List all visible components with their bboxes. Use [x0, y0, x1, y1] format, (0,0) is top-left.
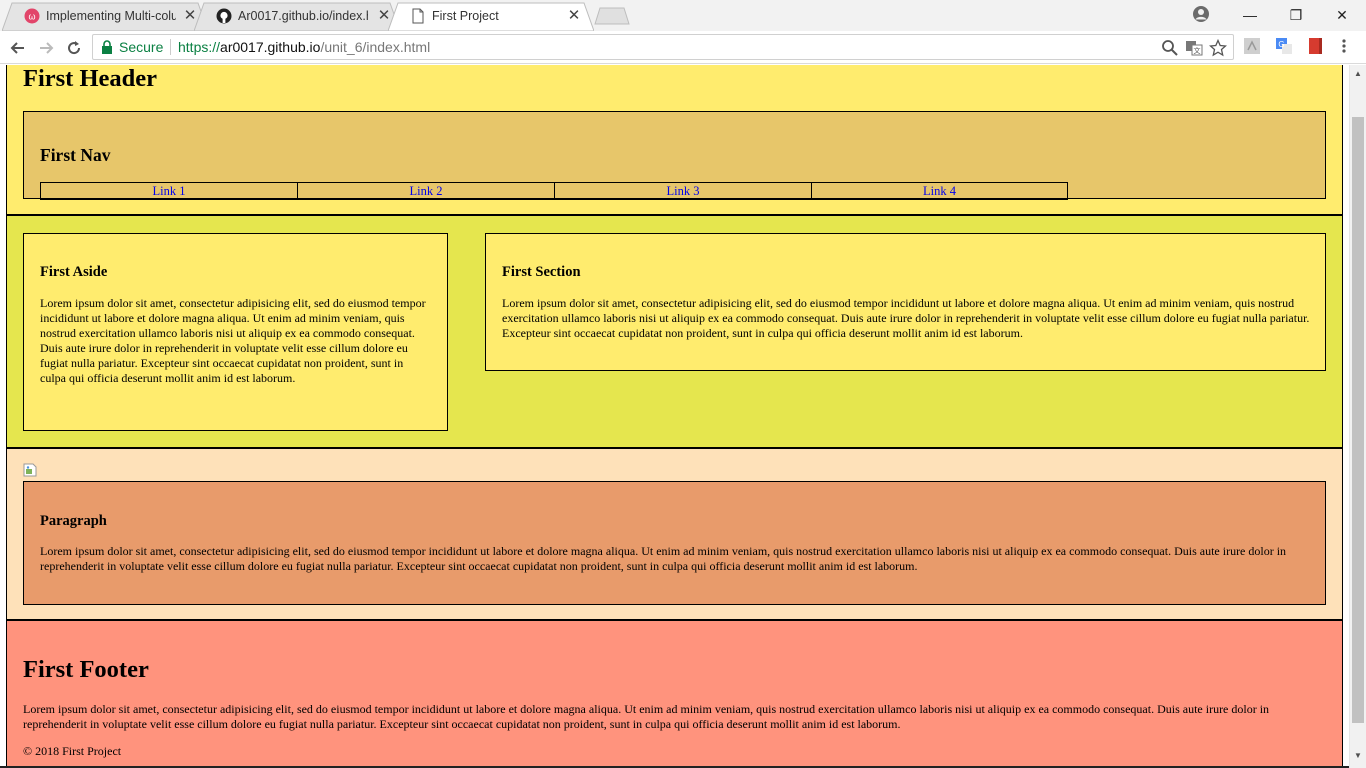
new-tab-button[interactable] [594, 7, 630, 25]
paragraph-title: Paragraph [40, 513, 107, 529]
aside-title: First Aside [40, 264, 108, 280]
restore-button[interactable]: ❐ [1273, 0, 1319, 30]
url-host: ar0017.github.io [220, 39, 321, 55]
reload-icon[interactable] [64, 38, 84, 58]
page-scrollbar[interactable]: ▲ ▼ [1349, 65, 1366, 768]
url-text[interactable]: https://ar0017.github.io/unit_6/index.ht… [178, 39, 430, 55]
tab-title: First Project [432, 9, 499, 23]
translate-icon[interactable]: 文 [1185, 39, 1203, 57]
paragraph-text: Lorem ipsum dolor sit amet, consectetur … [40, 544, 1287, 573]
nav-link-2[interactable]: Link 2 [297, 182, 555, 200]
close-window-button[interactable]: ✕ [1319, 0, 1365, 30]
nav-link-3[interactable]: Link 3 [554, 182, 812, 200]
tab-github[interactable]: Ar0017.github.io/index.h ✕ [194, 2, 400, 31]
footer-region [6, 621, 1343, 768]
tab-strip: ω Implementing Multi-colu ✕ Ar0017.githu… [0, 0, 1366, 31]
broken-image-icon [23, 463, 37, 477]
secure-label: Secure [119, 39, 164, 55]
codecademy-icon: ω [24, 8, 40, 24]
paragraph-region [23, 481, 1326, 605]
bookmark-star-icon[interactable] [1209, 39, 1227, 57]
zoom-icon[interactable] [1161, 39, 1179, 57]
url-path: /unit_6/index.html [320, 39, 431, 55]
tab-title: Implementing Multi-colu [46, 9, 176, 23]
divider [170, 39, 171, 55]
section-text: Lorem ipsum dolor sit amet, consectetur … [502, 296, 1310, 340]
url-scheme: https:// [178, 39, 221, 55]
minimize-button[interactable]: — [1227, 0, 1273, 30]
lock-icon [102, 40, 112, 54]
svg-text:G: G [1278, 40, 1284, 49]
scrollbar-thumb[interactable] [1352, 117, 1364, 723]
page-viewport: First Header First Nav Link 1 Link 2 Lin… [0, 65, 1349, 768]
nav-title: First Nav [40, 145, 111, 165]
menu-icon[interactable] [1338, 37, 1350, 55]
svg-text:文: 文 [1194, 46, 1201, 55]
red-extension-icon[interactable] [1307, 37, 1325, 55]
tab-codecademy[interactable]: ω Implementing Multi-colu ✕ [2, 2, 208, 31]
tab-first-project[interactable]: First Project ✕ [388, 2, 594, 31]
footer-text: Lorem ipsum dolor sit amet, consectetur … [23, 702, 1270, 731]
tab-title: Ar0017.github.io/index.h [238, 9, 368, 23]
close-icon[interactable]: ✕ [566, 8, 582, 24]
footer-copyright: © 2018 First Project [23, 744, 122, 758]
nav-link-4[interactable]: Link 4 [811, 182, 1068, 200]
scroll-up-icon[interactable]: ▲ [1354, 69, 1362, 78]
page-icon [412, 8, 424, 24]
profile-icon[interactable] [1192, 5, 1210, 23]
nav-link-1[interactable]: Link 1 [40, 182, 298, 200]
forward-icon[interactable] [36, 38, 56, 58]
github-icon [216, 8, 232, 24]
browser-toolbar: Secure https://ar0017.github.io/unit_6/i… [0, 31, 1366, 64]
svg-text:ω: ω [28, 12, 35, 22]
pdf-extension-icon[interactable] [1243, 37, 1261, 55]
back-icon[interactable] [8, 38, 28, 58]
footer-title: First Footer [23, 656, 149, 683]
aside-text: Lorem ipsum dolor sit amet, consectetur … [40, 296, 426, 385]
section-title: First Section [502, 264, 581, 280]
header-title: First Header [23, 65, 158, 92]
google-translate-icon[interactable]: G [1275, 37, 1293, 55]
scroll-down-icon[interactable]: ▼ [1354, 751, 1362, 760]
address-bar[interactable]: Secure https://ar0017.github.io/unit_6/i… [92, 34, 1234, 60]
